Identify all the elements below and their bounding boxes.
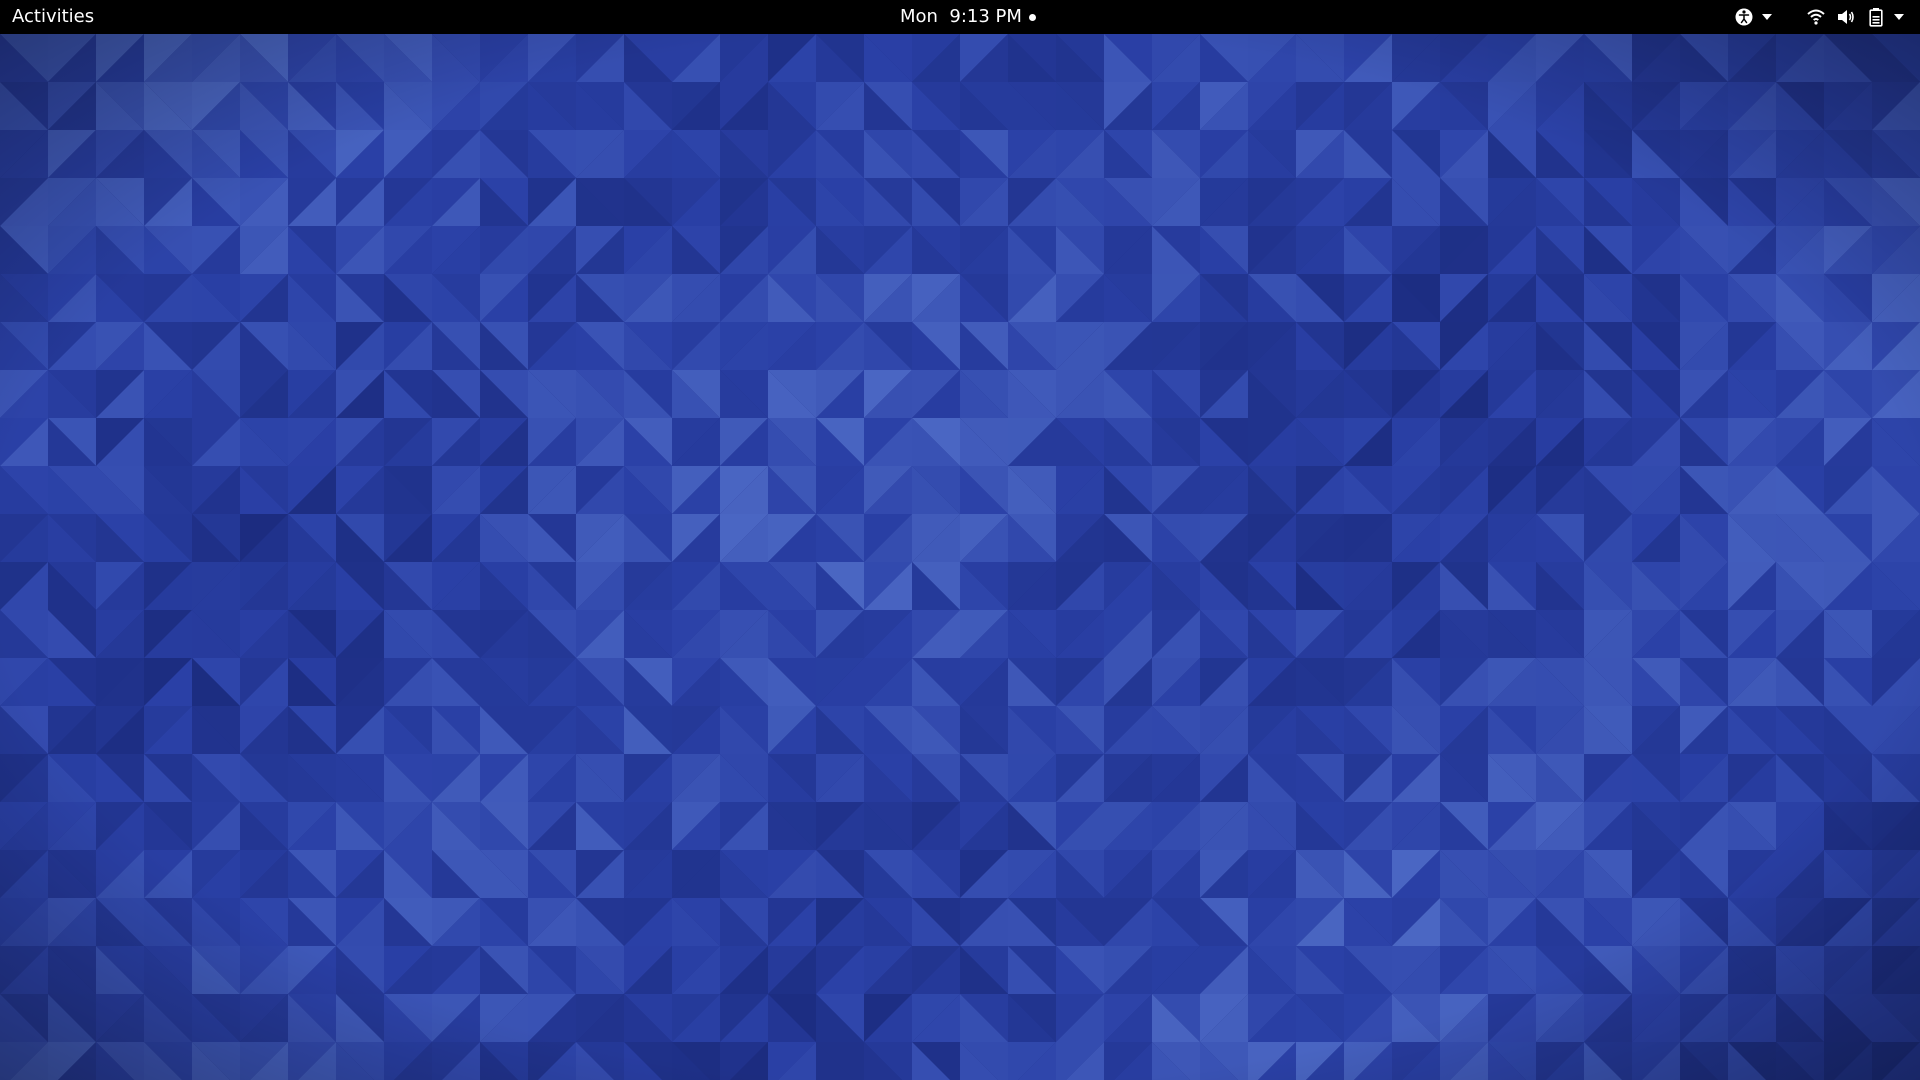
notification-dot-icon <box>1028 14 1036 21</box>
clock-button[interactable]: Mon 9:13 PM <box>900 6 1036 28</box>
wifi-icon <box>1806 7 1826 27</box>
system-tray <box>1734 7 1904 27</box>
accessibility-menu[interactable] <box>1734 7 1772 27</box>
top-bar: Activities Mon 9:13 PM <box>0 0 1920 34</box>
desktop-wallpaper[interactable] <box>0 34 1920 1080</box>
chevron-down-icon <box>1894 14 1904 20</box>
accessibility-icon <box>1734 7 1754 27</box>
volume-icon <box>1836 7 1856 27</box>
clock-text: Mon 9:13 PM <box>900 6 1022 27</box>
battery-icon <box>1866 7 1886 27</box>
low-poly-wallpaper <box>0 34 1920 1080</box>
system-status-menu[interactable] <box>1806 7 1904 27</box>
activities-button[interactable]: Activities <box>12 6 94 28</box>
chevron-down-icon <box>1762 14 1772 20</box>
